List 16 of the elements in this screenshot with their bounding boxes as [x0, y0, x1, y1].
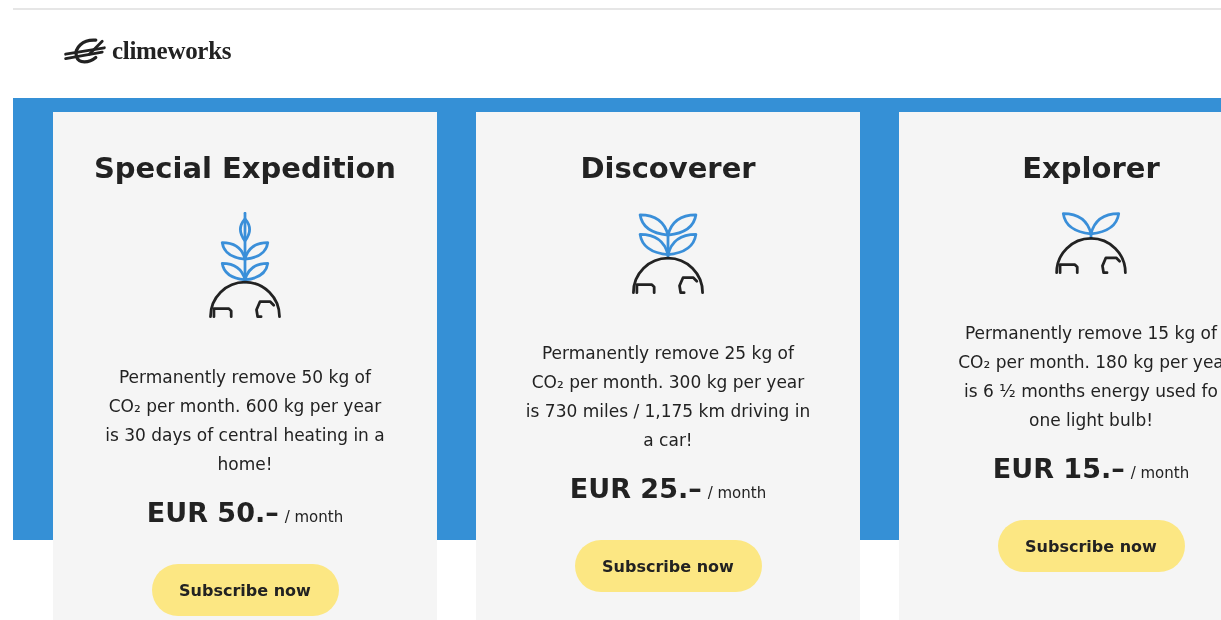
- plan-description: Permanently remove 50 kg of CO₂ per month. 600 kg per year is 30 days of central heating in a home!: [105, 366, 385, 476]
- plan-price: EUR 15.–: [992, 453, 1125, 484]
- logo-wordmark[interactable]: climeworks: [112, 37, 232, 65]
- plan-price: EUR 25.–: [569, 473, 702, 504]
- billing-period: / month: [707, 484, 767, 502]
- plan-title: Special Expedition: [93, 150, 397, 187]
- subscribe-button[interactable]: Subscribe now: [997, 520, 1185, 572]
- subscribe-button[interactable]: Subscribe now: [151, 564, 339, 616]
- plan-title: Explorer: [1022, 150, 1160, 187]
- plan-title: Discoverer: [580, 150, 756, 187]
- billing-period: / month: [284, 508, 344, 526]
- logo-icon: [62, 37, 108, 65]
- subscribe-button[interactable]: Subscribe now: [574, 540, 762, 592]
- plan-description: Permanently remove 25 kg of CO₂ per month. 300 kg per year is 730 miles / 1,175 km driving in a car!: [525, 342, 811, 452]
- billing-period: / month: [1130, 464, 1190, 482]
- plan-price: EUR 50.–: [146, 497, 279, 528]
